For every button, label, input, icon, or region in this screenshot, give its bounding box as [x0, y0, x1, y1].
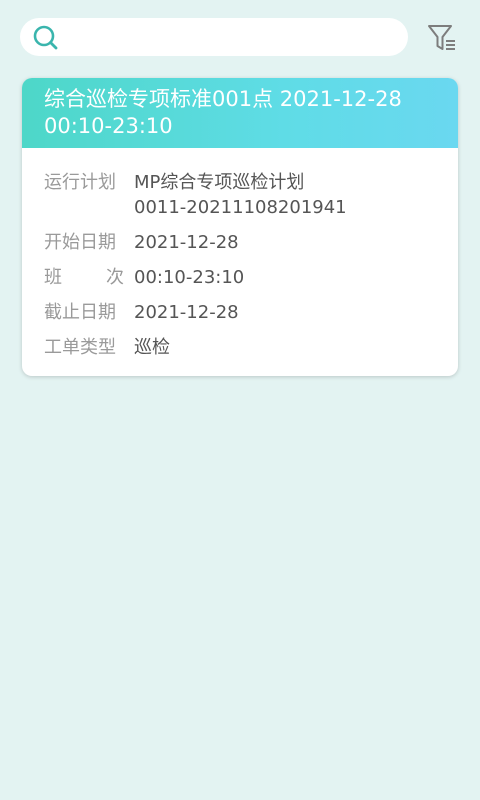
row-shift: 班 次 00:10-23:10	[44, 265, 458, 290]
shift-label-part2: 次	[106, 267, 124, 288]
row-value: 00:10-23:10	[134, 267, 245, 288]
shift-label-part1: 班	[44, 267, 62, 288]
row-plan: 运行计划 MP综合专项巡检计划 0011-20211108201941	[44, 170, 458, 220]
filter-icon	[428, 25, 455, 50]
row-value: 巡检	[134, 337, 170, 358]
plan-value-line2: 0011-20211108201941	[134, 197, 347, 218]
row-label: 开始日期	[44, 232, 116, 253]
row-value: 2021-12-28	[134, 232, 239, 253]
row-label: 运行计划	[44, 172, 116, 193]
search-input[interactable]	[66, 18, 396, 56]
row-end-date: 截止日期 2021-12-28	[44, 300, 458, 325]
row-label: 工单类型	[44, 337, 116, 358]
inspection-card[interactable]: 综合巡检专项标准001点 2021-12-28 00:10-23:10 运行计划…	[22, 78, 458, 376]
row-order-type: 工单类型 巡检	[44, 335, 458, 360]
card-title-line1: 综合巡检专项标准001点 2021-12-28	[44, 87, 402, 111]
row-label: 班 次	[44, 265, 124, 290]
card-title-line2: 00:10-23:10	[44, 114, 173, 138]
plan-value-line1: MP综合专项巡检计划	[134, 172, 305, 193]
card-body: 运行计划 MP综合专项巡检计划 0011-20211108201941 开始日期…	[22, 148, 458, 360]
row-start-date: 开始日期 2021-12-28	[44, 230, 458, 255]
top-bar	[0, 0, 480, 72]
row-label: 截止日期	[44, 302, 116, 323]
row-value: MP综合专项巡检计划 0011-20211108201941	[134, 170, 434, 220]
search-icon	[33, 25, 58, 50]
card-header: 综合巡检专项标准001点 2021-12-28 00:10-23:10	[22, 78, 458, 148]
search-box[interactable]	[20, 18, 408, 56]
filter-button[interactable]	[424, 20, 460, 54]
row-value: 2021-12-28	[134, 302, 239, 323]
